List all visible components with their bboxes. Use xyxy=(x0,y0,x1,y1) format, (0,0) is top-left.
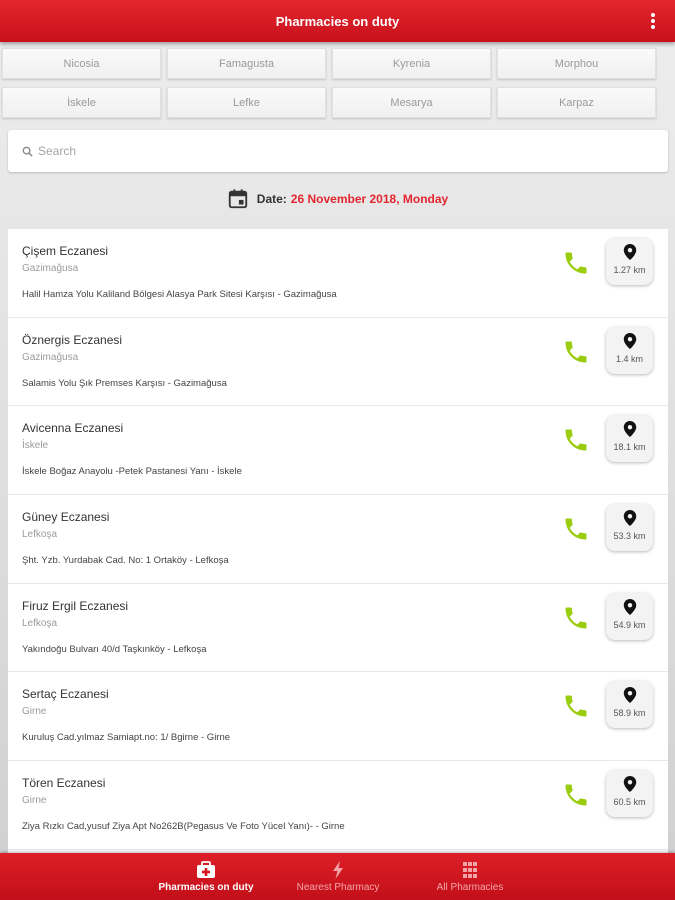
distance-label: 1.4 km xyxy=(615,353,643,364)
tab-label: All Pharmacies xyxy=(436,881,504,893)
search-bar xyxy=(8,130,668,172)
distance-label: 54.9 km xyxy=(613,619,646,630)
distance-button[interactable]: 54.9 km xyxy=(606,592,653,640)
date-bar: Date: 26 November 2018, Monday xyxy=(0,186,675,212)
phone-icon[interactable] xyxy=(562,515,590,543)
pharmacy-address: Kuruluş Cad.yılmaz Samiapt.no: 1/ Bgirne… xyxy=(22,732,231,744)
tab-label: Nearest Pharmacy xyxy=(296,881,380,893)
app-title: Pharmacies on duty xyxy=(275,13,400,29)
pharmacy-city: Girne xyxy=(22,706,47,718)
city-button-nicosia[interactable]: Nicosia xyxy=(2,48,161,79)
phone-icon[interactable] xyxy=(562,604,590,632)
location-pin-icon xyxy=(623,244,636,260)
search-input[interactable] xyxy=(38,144,598,158)
distance-label: 1.27 km xyxy=(613,265,646,275)
pharmacy-address: İskele Boğaz Anayolu -Petek Pastanesi Ya… xyxy=(22,466,242,478)
phone-icon[interactable] xyxy=(562,249,590,277)
city-button-kyrenia[interactable]: Kyrenia xyxy=(332,48,491,79)
pharmacy-city: Lefkoşa xyxy=(22,617,58,629)
location-pin-icon xyxy=(623,598,636,615)
distance-label: 53.3 km xyxy=(613,531,646,542)
pharmacy-city: Girne xyxy=(22,795,47,807)
distance-button[interactable]: 1.4 km xyxy=(606,326,653,374)
pharmacy-address: Ziya Rızkı Cad,yusuf Ziya Apt No262B(Peg… xyxy=(22,821,345,833)
date-value: 26 November 2018, Monday xyxy=(290,192,449,206)
pharmacy-row[interactable]: Tören Eczanesi Girne Ziya Rızkı Cad,yusu… xyxy=(8,761,668,850)
lightning-icon xyxy=(333,860,343,879)
pharmacy-name: Firuz Ergil Eczanesi xyxy=(22,598,129,613)
distance-button[interactable]: 18.1 km xyxy=(606,415,653,463)
medical-kit-icon xyxy=(197,860,215,878)
pharmacy-city: Gazimağusa xyxy=(22,263,79,274)
city-button-morphou[interactable]: Morphou xyxy=(497,48,656,79)
city-button-mesarya[interactable]: Mesarya xyxy=(332,87,491,118)
city-button-karpaz[interactable]: Karpaz xyxy=(497,87,656,118)
city-filter-grid: Nicosia Famagusta Kyrenia Morphou İskele… xyxy=(2,48,673,118)
calendar-icon xyxy=(228,189,247,209)
distance-button[interactable]: 1.27 km xyxy=(606,238,653,285)
pharmacy-address: Salamis Yolu Şık Premses Karşısı - Gazim… xyxy=(22,377,227,389)
pharmacy-name: Tören Eczanesi xyxy=(22,776,106,791)
pharmacy-city: Gazimağusa xyxy=(22,351,79,363)
date-label: Date: xyxy=(256,192,287,206)
pharmacy-name: Sertaç Eczanesi xyxy=(22,687,109,702)
app-bar: Pharmacies on duty xyxy=(0,0,675,42)
distance-button[interactable]: 53.3 km xyxy=(606,504,653,552)
phone-icon[interactable] xyxy=(562,426,590,454)
distance-label: 60.5 km xyxy=(613,797,646,808)
distance-button[interactable]: 60.5 km xyxy=(606,770,653,818)
city-button-famagusta[interactable]: Famagusta xyxy=(167,48,326,79)
bottom-navigation: Pharmacies on duty Nearest Pharmacy All … xyxy=(0,853,675,900)
distance-label: 18.1 km xyxy=(613,442,646,453)
tab-all-pharmacies[interactable]: All Pharmacies xyxy=(395,853,545,900)
pharmacy-address: Yakındoğu Bulvarı 40/d Taşkınköy - Lefko… xyxy=(22,643,207,655)
pharmacy-name: Öznergis Eczanesi xyxy=(22,332,123,347)
tab-pharmacies-on-duty[interactable]: Pharmacies on duty xyxy=(131,853,281,900)
tab-label: Pharmacies on duty xyxy=(158,881,254,893)
location-pin-icon xyxy=(623,776,636,793)
pharmacy-row[interactable]: Sertaç Eczanesi Girne Kuruluş Cad.yılmaz… xyxy=(8,672,668,762)
pharmacy-row[interactable]: Avicenna Eczanesi İskele İskele Boğaz An… xyxy=(8,406,668,496)
phone-icon[interactable] xyxy=(562,692,590,720)
pharmacy-name: Avicenna Eczanesi xyxy=(22,421,124,436)
more-vert-icon[interactable] xyxy=(643,11,663,31)
tab-nearest-pharmacy[interactable]: Nearest Pharmacy xyxy=(263,853,413,900)
pharmacy-name: Çişem Eczanesi xyxy=(22,244,109,258)
pharmacy-city: İskele xyxy=(22,440,49,452)
location-pin-icon xyxy=(623,510,636,527)
pharmacy-row[interactable]: Çişem Eczanesi Gazimağusa Halil Hamza Yo… xyxy=(8,229,668,318)
location-pin-icon xyxy=(623,332,636,349)
distance-label: 58.9 km xyxy=(613,708,646,719)
search-icon xyxy=(22,146,33,157)
pharmacy-row[interactable]: Öznergis Eczanesi Gazimağusa Salamis Yol… xyxy=(8,318,668,407)
pharmacy-address: Şht. Yzb. Yurdabak Cad. No: 1 Ortaköy - … xyxy=(22,555,229,567)
city-button-iskele[interactable]: İskele xyxy=(2,87,161,118)
phone-icon[interactable] xyxy=(562,781,590,809)
pharmacy-name: Güney Eczanesi xyxy=(22,510,110,525)
location-pin-icon xyxy=(623,687,636,704)
distance-button[interactable]: 58.9 km xyxy=(606,681,653,729)
phone-icon[interactable] xyxy=(562,338,590,366)
pharmacy-list: Çişem Eczanesi Gazimağusa Halil Hamza Yo… xyxy=(8,229,668,853)
pharmacy-row[interactable]: Güney Eczanesi Lefkoşa Şht. Yzb. Yurdaba… xyxy=(8,495,668,584)
pharmacy-city: Lefkoşa xyxy=(22,529,58,541)
pharmacy-row[interactable]: Firuz Ergil Eczanesi Lefkoşa Yakındoğu B… xyxy=(8,584,668,673)
pharmacy-address: Halil Hamza Yolu Kaliland Bölgesi Alasya… xyxy=(22,289,337,300)
city-button-lefke[interactable]: Lefke xyxy=(167,87,326,118)
location-pin-icon xyxy=(623,421,636,438)
grid-icon xyxy=(463,861,477,878)
